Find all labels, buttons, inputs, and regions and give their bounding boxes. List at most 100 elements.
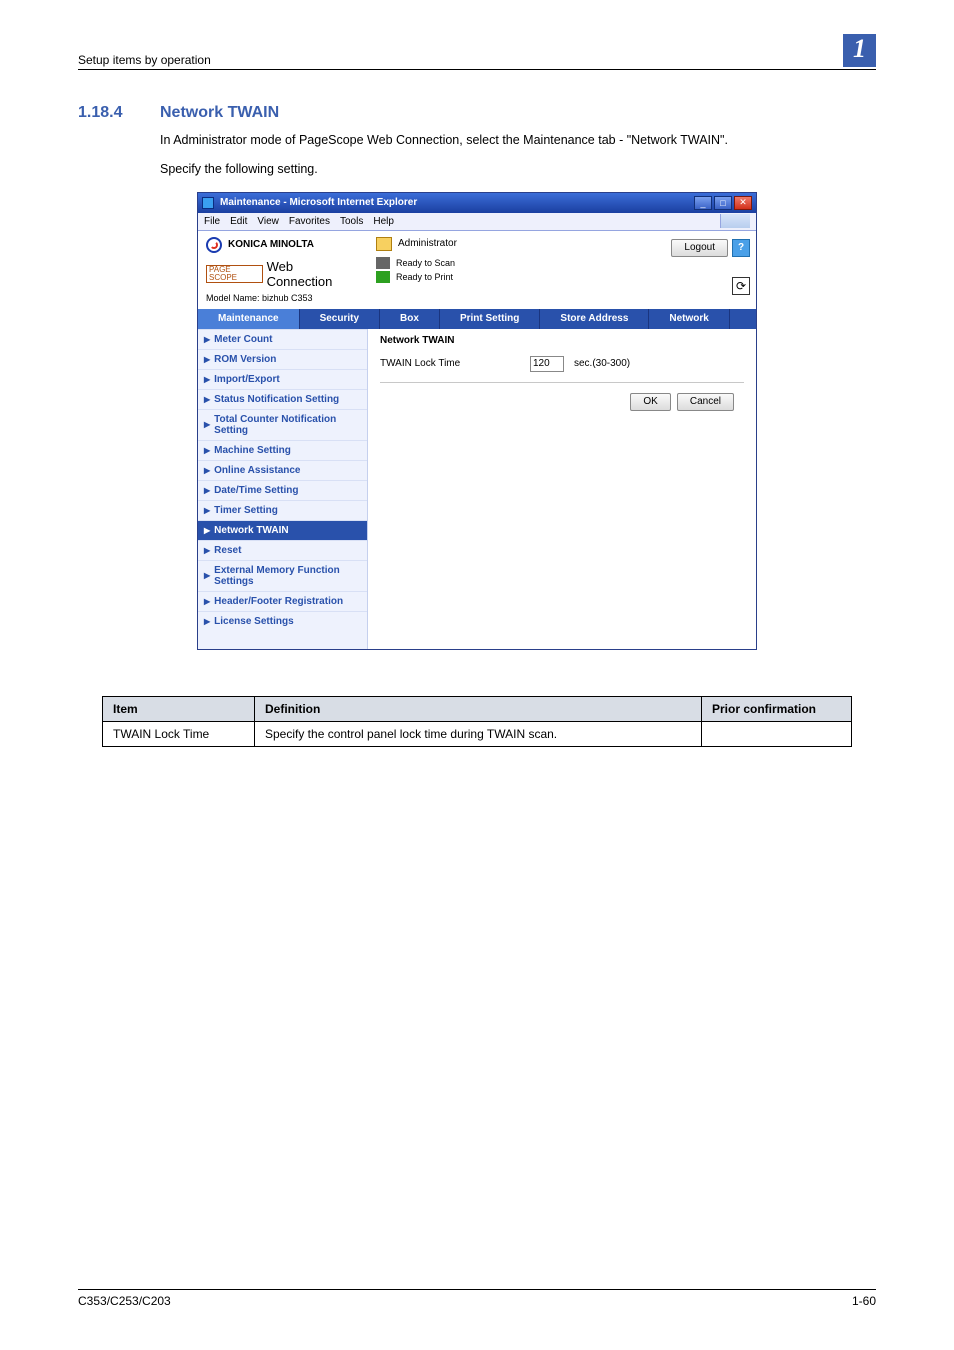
status-scan-row: Ready to Scan (376, 257, 648, 269)
tab-network[interactable]: Network (649, 309, 729, 329)
sidebar-item-label: Total Counter Notification Setting (214, 414, 359, 436)
table-header-row: Item Definition Prior confirmation (103, 696, 852, 721)
logout-button[interactable]: Logout (671, 239, 728, 257)
cell-prior (702, 721, 852, 746)
menu-file[interactable]: File (204, 216, 220, 227)
sidebar-item-date-time-setting[interactable]: ▶Date/Time Setting (198, 480, 367, 500)
minimize-button[interactable]: _ (694, 196, 712, 210)
cancel-button[interactable]: Cancel (677, 393, 734, 411)
chevron-right-icon: ▶ (204, 617, 210, 626)
app-body: ▶Meter Count ▶ROM Version ▶Import/Export… (198, 329, 756, 649)
chevron-right-icon: ▶ (204, 486, 210, 495)
tab-security[interactable]: Security (300, 309, 380, 329)
window-title: Maintenance - Microsoft Internet Explore… (220, 197, 694, 208)
definition-table: Item Definition Prior confirmation TWAIN… (102, 696, 852, 747)
printer-icon (376, 271, 390, 283)
logout-row: Logout ? (671, 239, 750, 257)
ok-button[interactable]: OK (630, 393, 670, 411)
sidebar-item-label: Online Assistance (214, 465, 300, 476)
sidebar-item-external-memory-function[interactable]: ▶External Memory Function Settings (198, 560, 367, 591)
sidebar-item-machine-setting[interactable]: ▶ Machine Setting (198, 440, 367, 460)
section-heading: 1.18.4 Network TWAIN (78, 104, 876, 122)
twain-lock-time-input[interactable] (530, 356, 564, 372)
sidebar-item-label: Timer Setting (214, 505, 278, 516)
close-button[interactable]: ✕ (734, 196, 752, 210)
chevron-right-icon: ▶ (204, 355, 210, 364)
chevron-right-icon: ▶ (204, 597, 210, 606)
administrator-label: Administrator (398, 238, 457, 249)
sidebar-item-label: Machine Setting (214, 445, 291, 456)
chevron-right-icon: ▶ (204, 546, 210, 555)
window-controls: _ □ ✕ (694, 196, 752, 210)
col-header-item: Item (103, 696, 255, 721)
content-divider (380, 382, 744, 383)
app-header-brand-block: KONICA MINOLTA PAGE SCOPE Web Connection… (198, 231, 368, 309)
scanner-icon (376, 257, 390, 269)
sidebar-item-reset[interactable]: ▶ Reset (198, 540, 367, 560)
twain-lock-time-label: TWAIN Lock Time (380, 358, 520, 369)
menu-help[interactable]: Help (373, 216, 394, 227)
administrator-row: Administrator (376, 237, 648, 251)
twain-lock-time-suffix: sec.(30-300) (574, 358, 630, 369)
sidebar-item-online-assistance[interactable]: ▶ Online Assistance (198, 460, 367, 480)
content-panel: Network TWAIN TWAIN Lock Time sec.(30-30… (368, 329, 756, 649)
cell-definition: Specify the control panel lock time duri… (255, 721, 702, 746)
sidebar-item-label: Header/Footer Registration (214, 596, 343, 607)
help-button[interactable]: ? (732, 239, 750, 257)
sidebar-item-label: License Settings (214, 616, 293, 627)
sidebar-item-label: Reset (214, 545, 241, 556)
menu-edit[interactable]: Edit (230, 216, 247, 227)
chevron-right-icon: ▶ (204, 395, 210, 404)
sidebar-item-label: Network TWAIN (214, 525, 288, 536)
page-footer: C353/C253/C203 1-60 (78, 1289, 876, 1308)
chevron-right-icon: ▶ (204, 446, 210, 455)
web-connection-label: Web Connection (267, 259, 360, 289)
sidebar-item-label: Meter Count (214, 334, 272, 345)
refresh-button[interactable]: ⟳ (732, 277, 750, 295)
sidebar-item-import-export[interactable]: ▶Import/Export (198, 369, 367, 389)
sidebar-item-header-footer-registration[interactable]: ▶ Header/Footer Registration (198, 591, 367, 611)
menu-view[interactable]: View (257, 216, 279, 227)
chevron-right-icon: ▶ (204, 526, 210, 535)
chapter-number-badge: 1 (843, 34, 876, 67)
twain-lock-time-row: TWAIN Lock Time sec.(30-300) (380, 356, 744, 372)
footer-right: 1-60 (852, 1294, 876, 1308)
sidebar-item-timer-setting[interactable]: ▶Timer Setting (198, 500, 367, 520)
administrator-icon (376, 237, 392, 251)
app-header-status-block: Administrator Ready to Scan Ready to Pri… (368, 231, 656, 309)
status-scan-label: Ready to Scan (396, 258, 455, 268)
tab-store-address[interactable]: Store Address (540, 309, 649, 329)
sidebar-item-network-twain[interactable]: ▶ Network TWAIN (198, 520, 367, 540)
ie-logo-icon (720, 214, 750, 228)
status-print-label: Ready to Print (396, 272, 453, 282)
action-buttons-row: OK Cancel (380, 393, 744, 411)
body-paragraph-2: Specify the following setting. (160, 161, 876, 178)
sidebar-item-total-counter-notification[interactable]: ▶Total Counter Notification Setting (198, 409, 367, 440)
table-row: TWAIN Lock Time Specify the control pane… (103, 721, 852, 746)
col-header-prior: Prior confirmation (702, 696, 852, 721)
brand-logo-icon (206, 237, 222, 253)
tab-print-setting[interactable]: Print Setting (440, 309, 540, 329)
sidebar: ▶Meter Count ▶ROM Version ▶Import/Export… (198, 329, 368, 649)
menu-favorites[interactable]: Favorites (289, 216, 330, 227)
tab-maintenance[interactable]: Maintenance (198, 309, 300, 329)
model-name: Model Name: bizhub C353 (206, 293, 360, 303)
brand-row: KONICA MINOLTA (206, 237, 360, 253)
main-tab-strip: Maintenance Security Box Print Setting S… (198, 309, 756, 329)
sidebar-item-meter-count[interactable]: ▶Meter Count (198, 329, 367, 349)
sidebar-item-license-settings[interactable]: ▶ License Settings (198, 611, 367, 631)
browser-window: Maintenance - Microsoft Internet Explore… (197, 192, 757, 650)
maximize-button[interactable]: □ (714, 196, 732, 210)
menu-tools[interactable]: Tools (340, 216, 363, 227)
sidebar-item-label: ROM Version (214, 354, 276, 365)
col-header-definition: Definition (255, 696, 702, 721)
section-title-text: Network TWAIN (160, 104, 279, 122)
ie-icon (202, 197, 214, 209)
brand-name: KONICA MINOLTA (228, 239, 314, 250)
section-number: 1.18.4 (78, 104, 134, 122)
sidebar-item-rom-version[interactable]: ▶ ROM Version (198, 349, 367, 369)
tab-box[interactable]: Box (380, 309, 440, 329)
chevron-right-icon: ▶ (204, 466, 210, 475)
sidebar-item-status-notification[interactable]: ▶Status Notification Setting (198, 389, 367, 409)
app-header: KONICA MINOLTA PAGE SCOPE Web Connection… (198, 231, 756, 309)
